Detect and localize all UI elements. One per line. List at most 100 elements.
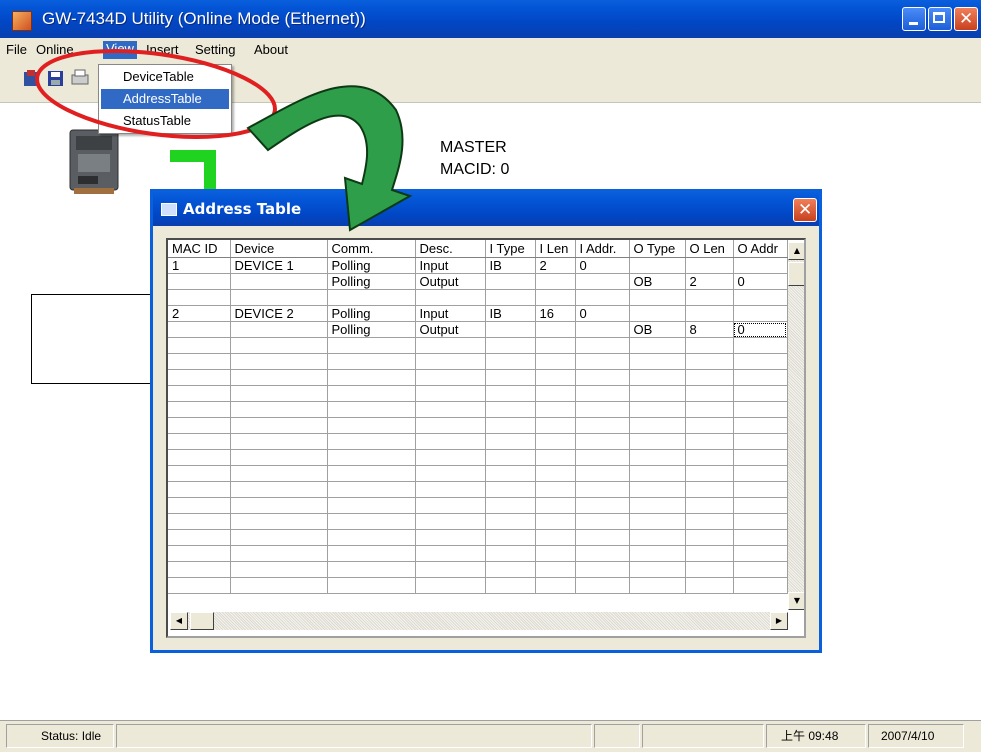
table-cell[interactable] — [230, 337, 328, 354]
table-cell[interactable] — [327, 545, 416, 562]
table-cell[interactable] — [485, 433, 536, 450]
table-cell[interactable]: Polling — [327, 321, 416, 338]
table-cell[interactable] — [685, 465, 734, 482]
table-cell[interactable] — [485, 497, 536, 514]
table-cell[interactable]: OB — [629, 321, 686, 338]
table-cell[interactable] — [685, 449, 734, 466]
table-cell[interactable] — [230, 449, 328, 466]
table-cell[interactable] — [629, 337, 686, 354]
table-cell[interactable] — [535, 401, 576, 418]
table-cell[interactable]: Output — [415, 321, 486, 338]
table-cell[interactable]: Output — [415, 273, 486, 290]
table-cell[interactable] — [485, 369, 536, 386]
scroll-right-arrow-icon[interactable]: ▶ — [770, 612, 788, 630]
table-cell[interactable] — [575, 449, 630, 466]
column-header[interactable]: Comm. — [327, 240, 416, 258]
table-cell[interactable] — [575, 273, 630, 290]
table-cell[interactable] — [168, 529, 231, 546]
column-header[interactable]: Desc. — [415, 240, 486, 258]
table-row[interactable] — [168, 369, 788, 386]
table-cell[interactable] — [230, 561, 328, 578]
scroll-up-arrow-icon[interactable]: ▲ — [788, 242, 804, 260]
table-cell[interactable] — [733, 449, 788, 466]
table-cell[interactable] — [485, 273, 536, 290]
table-cell[interactable] — [535, 561, 576, 578]
table-cell[interactable] — [415, 529, 486, 546]
table-cell[interactable] — [415, 465, 486, 482]
table-cell[interactable]: 0 — [575, 257, 630, 274]
table-cell[interactable] — [168, 513, 231, 530]
table-cell[interactable]: 1 — [168, 257, 231, 274]
table-cell[interactable] — [327, 337, 416, 354]
table-cell[interactable] — [685, 385, 734, 402]
menu-view[interactable]: View — [103, 41, 137, 59]
table-cell[interactable] — [168, 401, 231, 418]
table-cell[interactable]: IB — [485, 305, 536, 322]
table-cell[interactable] — [685, 289, 734, 306]
table-cell[interactable] — [629, 513, 686, 530]
table-cell[interactable] — [629, 561, 686, 578]
save-button[interactable] — [46, 68, 66, 90]
table-cell[interactable] — [230, 465, 328, 482]
table-cell[interactable]: 2 — [685, 273, 734, 290]
table-cell[interactable] — [535, 513, 576, 530]
table-cell[interactable] — [629, 481, 686, 498]
table-cell[interactable] — [575, 353, 630, 370]
table-cell[interactable] — [485, 545, 536, 562]
table-cell[interactable] — [685, 545, 734, 562]
column-header[interactable]: Device — [230, 240, 328, 258]
table-cell[interactable] — [733, 289, 788, 306]
table-cell[interactable] — [575, 337, 630, 354]
table-cell[interactable] — [535, 353, 576, 370]
app-icon[interactable] — [12, 11, 32, 31]
table-cell[interactable] — [685, 353, 734, 370]
menu-item-addresstable[interactable]: AddressTable — [101, 89, 229, 109]
table-cell[interactable] — [535, 385, 576, 402]
table-cell[interactable] — [415, 577, 486, 594]
table-cell[interactable]: 8 — [685, 321, 734, 338]
horizontal-scroll-thumb[interactable] — [190, 612, 214, 630]
table-cell[interactable] — [685, 401, 734, 418]
table-cell[interactable] — [575, 545, 630, 562]
table-cell[interactable] — [685, 497, 734, 514]
table-cell[interactable]: Polling — [327, 257, 416, 274]
table-cell[interactable] — [168, 465, 231, 482]
table-cell[interactable] — [230, 321, 328, 338]
table-cell[interactable] — [230, 273, 328, 290]
table-cell[interactable]: Input — [415, 305, 486, 322]
table-row[interactable] — [168, 353, 788, 370]
column-header[interactable]: I Addr. — [575, 240, 630, 258]
table-row[interactable]: Polling Output OB 8 0 — [168, 321, 788, 338]
table-cell[interactable] — [685, 337, 734, 354]
table-cell[interactable] — [575, 433, 630, 450]
table-cell[interactable] — [327, 513, 416, 530]
table-cell[interactable] — [629, 401, 686, 418]
table-cell[interactable] — [327, 577, 416, 594]
table-cell[interactable] — [485, 465, 536, 482]
table-row[interactable] — [168, 289, 788, 306]
table-cell[interactable] — [230, 577, 328, 594]
table-cell[interactable] — [535, 481, 576, 498]
table-row[interactable] — [168, 529, 788, 546]
table-cell[interactable] — [168, 561, 231, 578]
table-cell[interactable] — [535, 545, 576, 562]
table-cell[interactable] — [415, 545, 486, 562]
table-cell[interactable] — [168, 545, 231, 562]
table-cell[interactable] — [535, 273, 576, 290]
device-module-image[interactable] — [64, 126, 126, 196]
table-cell[interactable] — [415, 337, 486, 354]
table-cell[interactable] — [733, 481, 788, 498]
table-cell[interactable] — [230, 433, 328, 450]
table-cell[interactable] — [629, 257, 686, 274]
table-cell[interactable]: DEVICE 2 — [230, 305, 328, 322]
table-cell[interactable] — [575, 561, 630, 578]
table-row[interactable] — [168, 433, 788, 450]
table-cell[interactable] — [733, 305, 788, 322]
table-cell[interactable] — [327, 449, 416, 466]
table-row[interactable] — [168, 465, 788, 482]
menu-online[interactable]: Online — [36, 42, 74, 57]
table-cell[interactable] — [733, 337, 788, 354]
table-cell[interactable]: Polling — [327, 305, 416, 322]
table-cell[interactable] — [535, 433, 576, 450]
table-cell[interactable] — [629, 545, 686, 562]
